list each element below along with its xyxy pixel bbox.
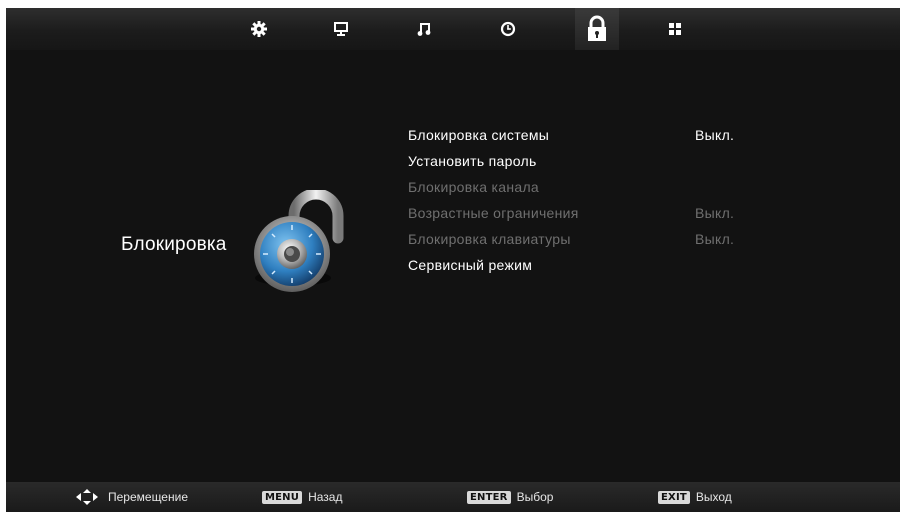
exit-key-badge: EXIT <box>658 490 690 504</box>
hint-label: Выбор <box>516 490 554 504</box>
settings-gear-icon <box>251 21 267 37</box>
menu-key-badge: MENU <box>262 490 303 504</box>
tab-time[interactable] <box>486 8 530 50</box>
menu-item-set-password[interactable]: Установить пароль <box>408 148 768 174</box>
category-tab-bar <box>6 8 900 50</box>
tab-display[interactable] <box>319 8 363 50</box>
menu-item-system-lock[interactable]: Блокировка системы Выкл. <box>408 122 768 148</box>
menu-item-label: Возрастные ограничения <box>408 205 579 221</box>
menu-item-keypad-lock: Блокировка клавиатуры Выкл. <box>408 226 768 252</box>
menu-item-service-mode[interactable]: Сервисный режим <box>408 252 768 278</box>
hint-exit: EXIT Выход <box>658 482 732 512</box>
hint-back: MENU Назад <box>262 482 342 512</box>
display-icon <box>334 22 348 36</box>
combination-padlock-icon <box>254 190 344 292</box>
hint-label: Выход <box>695 490 732 504</box>
lock-menu-list: Блокировка системы Выкл. Установить паро… <box>408 122 768 278</box>
menu-item-label: Блокировка системы <box>408 127 550 143</box>
menu-item-channel-lock: Блокировка канала <box>408 174 768 200</box>
tv-menu-screen: Блокировка Блокировка системы Выкл. Уста… <box>6 8 900 512</box>
menu-item-value: Выкл. <box>695 127 735 143</box>
menu-item-value: Выкл. <box>695 231 735 247</box>
menu-item-label: Блокировка канала <box>408 179 539 195</box>
section-title: Блокировка <box>121 234 227 255</box>
clock-icon <box>500 21 516 37</box>
tab-lock[interactable] <box>575 8 619 50</box>
hint-label: Перемещение <box>108 490 188 504</box>
hint-navigate: Перемещение <box>74 482 188 512</box>
menu-item-value: Выкл. <box>695 205 735 221</box>
apps-grid-icon <box>669 23 681 35</box>
enter-key-badge: ENTER <box>467 490 511 504</box>
menu-item-label: Сервисный режим <box>408 257 533 273</box>
hint-select: ENTER Выбор <box>467 482 553 512</box>
music-note-icon <box>417 23 431 36</box>
menu-item-parental-rating: Возрастные ограничения Выкл. <box>408 200 768 226</box>
tab-settings[interactable] <box>237 8 281 50</box>
hint-label: Назад <box>308 490 343 504</box>
tab-sound[interactable] <box>402 8 446 50</box>
menu-item-label: Установить пароль <box>408 153 537 169</box>
nav-arrows-icon <box>76 489 98 505</box>
tab-apps[interactable] <box>653 8 697 50</box>
menu-item-label: Блокировка клавиатуры <box>408 231 571 247</box>
lock-icon <box>588 15 606 41</box>
key-hint-bar: Перемещение MENU Назад ENTER Выбор EXIT … <box>6 482 900 512</box>
lock-settings-page: Блокировка Блокировка системы Выкл. Уста… <box>6 50 900 482</box>
